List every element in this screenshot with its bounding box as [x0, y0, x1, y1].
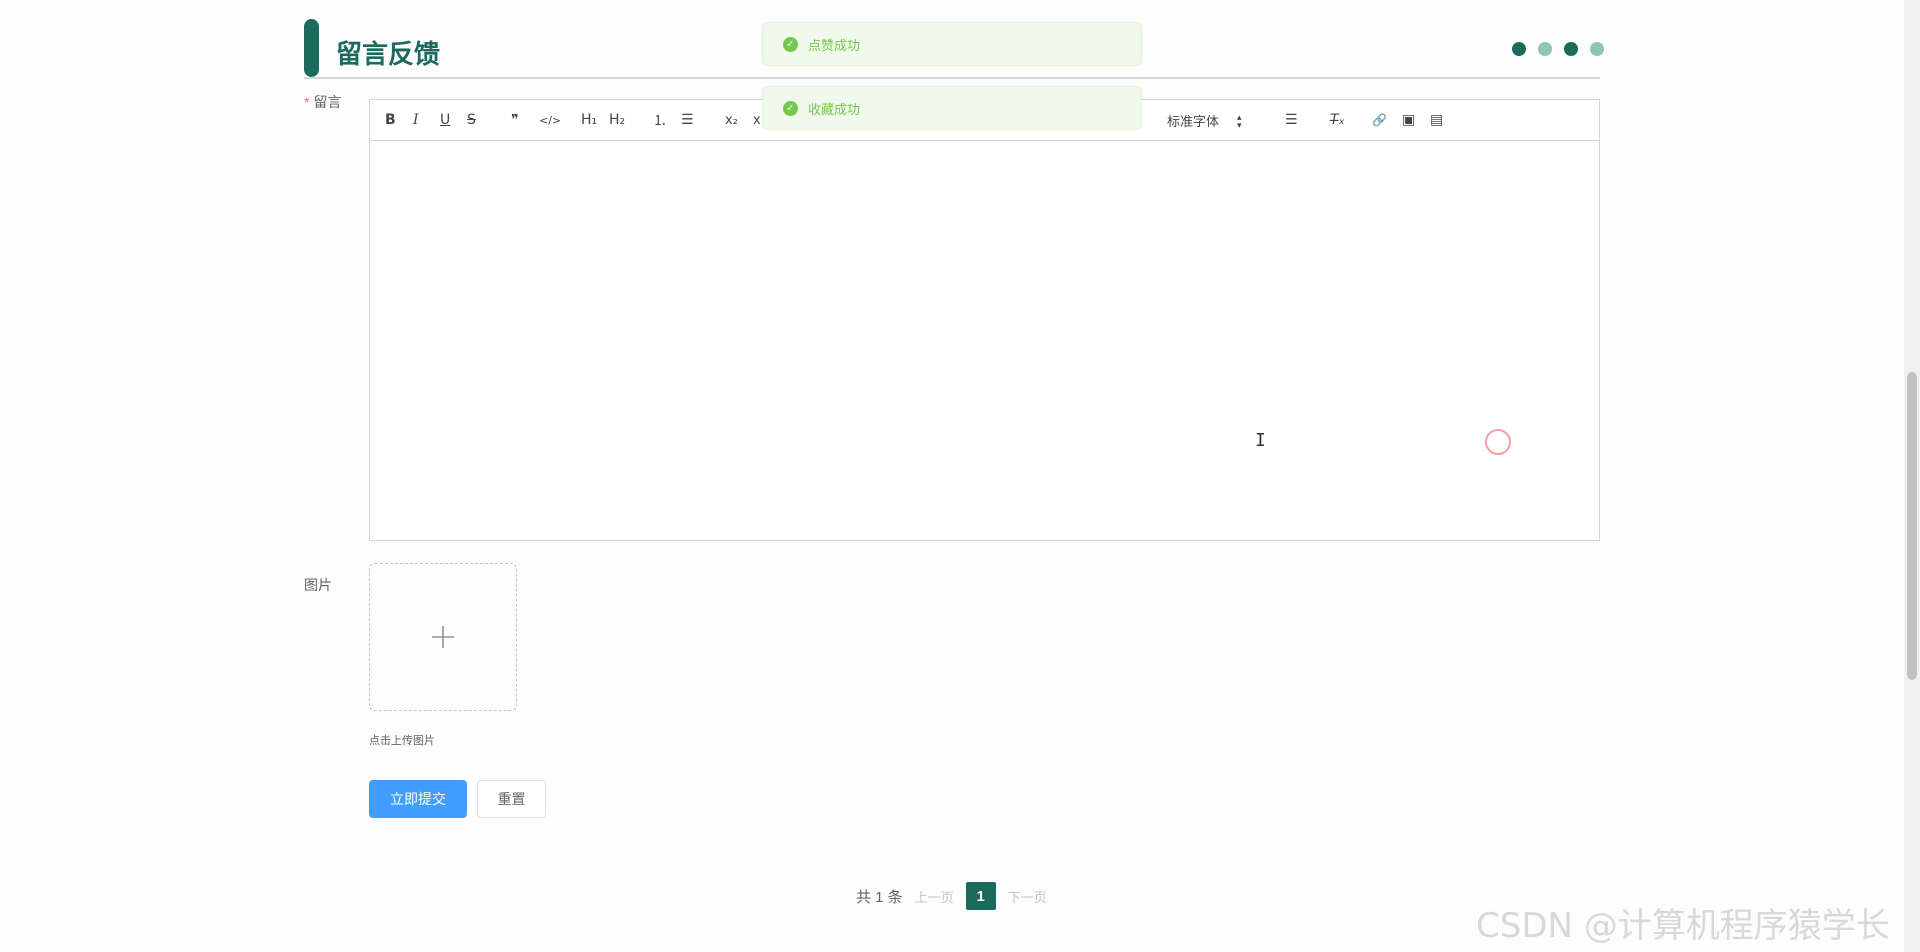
next-page-button[interactable]: 下一页: [1008, 887, 1047, 906]
ordered-list-button[interactable]: ⒈: [653, 110, 667, 130]
underline-button[interactable]: U: [440, 110, 450, 130]
decorative-dots: [1512, 42, 1604, 56]
strike-button[interactable]: S: [467, 110, 476, 130]
subscript-button[interactable]: x₂: [725, 110, 738, 130]
prev-page-button[interactable]: 上一页: [915, 887, 954, 906]
check-circle-icon: ✓: [783, 100, 798, 116]
rich-text-editor: B I U S ❞ </> H₁ H₂ ⒈ ☰ x₂ x 标准字体 ▴ ▾ ☰ T…: [369, 99, 1600, 541]
message-label: * 留言: [304, 92, 341, 112]
header-divider: [304, 77, 1600, 79]
text-cursor-icon: I: [1255, 430, 1266, 451]
align-button[interactable]: ☰: [1285, 110, 1298, 130]
font-select-value: 标准字体: [1167, 114, 1220, 129]
current-page[interactable]: 1: [965, 882, 996, 910]
clear-format-button[interactable]: T̶ₓ: [1330, 110, 1345, 130]
italic-button[interactable]: I: [413, 110, 419, 130]
link-button[interactable]: 🔗: [1372, 110, 1387, 130]
click-indicator: [1485, 429, 1511, 455]
toast-text: 收藏成功: [808, 101, 861, 117]
watermark: CSDN @计算机程序猿学长: [1476, 906, 1890, 946]
image-button[interactable]: ▣: [1402, 110, 1415, 130]
upload-hint: 点击上传图片: [369, 735, 435, 747]
superscript-button[interactable]: x: [753, 110, 761, 130]
bold-button[interactable]: B: [385, 110, 396, 130]
pagination-total: 共 1 条: [856, 888, 903, 906]
check-circle-icon: ✓: [783, 36, 798, 52]
submit-button[interactable]: 立即提交: [369, 780, 467, 818]
editor-content-area[interactable]: [370, 141, 1599, 540]
dot-2: [1538, 42, 1552, 56]
scrollbar-thumb[interactable]: [1907, 372, 1917, 680]
font-select[interactable]: 标准字体 ▴ ▾: [1167, 111, 1242, 130]
video-button[interactable]: ▤: [1430, 110, 1443, 130]
reset-button[interactable]: 重置: [477, 780, 546, 818]
header2-button[interactable]: H₂: [609, 110, 625, 130]
toast-text: 点赞成功: [808, 37, 861, 53]
image-label: 图片: [304, 577, 332, 593]
header1-button[interactable]: H₁: [581, 110, 597, 130]
pagination: 共 1 条 上一页 1 下一页: [856, 882, 1047, 910]
dot-1: [1512, 42, 1526, 56]
page-title: 留言反馈: [336, 39, 441, 69]
dot-4: [1590, 42, 1604, 56]
toast-like-success: ✓ 点赞成功: [762, 22, 1142, 66]
title-accent-bar: [304, 19, 319, 77]
bullet-list-button[interactable]: ☰: [681, 110, 694, 130]
select-arrows-icon: ▴ ▾: [1237, 111, 1242, 130]
toast-favorite-success: ✓ 收藏成功: [762, 86, 1142, 130]
dot-3: [1564, 42, 1578, 56]
message-label-text: 留言: [313, 94, 342, 110]
code-block-button[interactable]: </>: [539, 110, 561, 130]
blockquote-button[interactable]: ❞: [511, 110, 519, 130]
required-mark: *: [304, 94, 310, 110]
plus-icon: [432, 626, 454, 648]
image-upload-box[interactable]: [369, 563, 517, 711]
